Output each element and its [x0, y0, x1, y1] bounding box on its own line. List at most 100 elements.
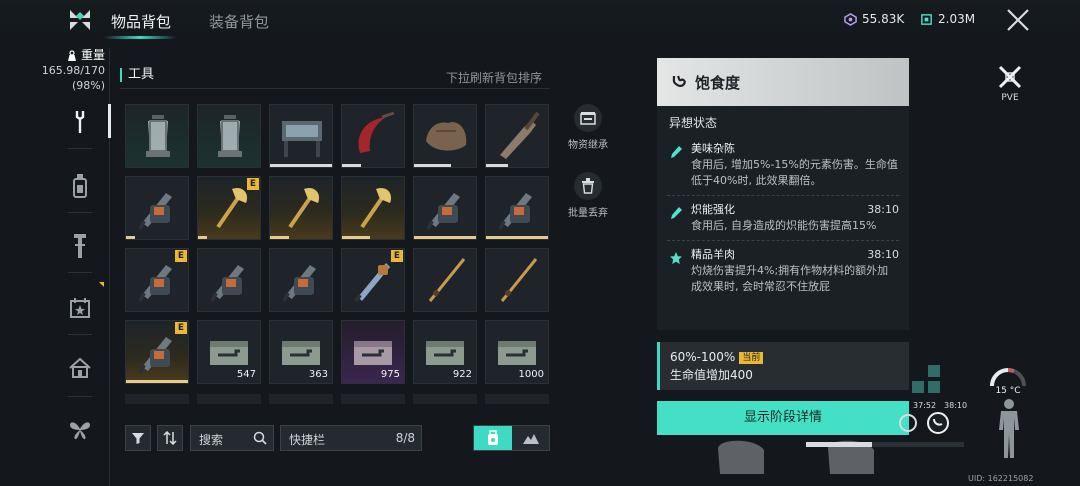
effect-item: 炽能强化 38:10 食用后, 自身造成的炽能伤害提高15%: [667, 196, 899, 241]
workbench-icon: [282, 121, 322, 157]
equipped-badge: E: [247, 178, 259, 190]
syringe-icon: [671, 207, 682, 219]
equipped-badge: E: [391, 250, 403, 262]
equipped-badge: E: [175, 250, 187, 262]
chainsaw-blue-icon: [354, 263, 390, 303]
inventory-slot[interactable]: 922: [413, 320, 477, 384]
effect-time: 38:10: [867, 248, 899, 261]
mountain-icon: [522, 434, 539, 444]
axe-icon: [216, 187, 248, 229]
filter-button[interactable]: [125, 425, 151, 451]
rail-materials[interactable]: [62, 228, 98, 264]
inventory-slot[interactable]: E: [125, 320, 189, 384]
currency-1-value: 55.83K: [862, 12, 905, 26]
search-icon: [253, 431, 267, 445]
progress-strip: [806, 442, 964, 447]
inventory-slot[interactable]: E: [125, 248, 189, 312]
inventory-slot[interactable]: [341, 104, 405, 168]
effect-desc: 灼烧伤害提升4%;拥有作物材料的额外加成效果时, 会时常忍不住放屁: [691, 264, 889, 293]
inventory-slot[interactable]: 975: [341, 320, 405, 384]
inventory-slot[interactable]: 363: [269, 320, 333, 384]
buff-icon: [912, 381, 924, 393]
quickbar-count: 8/8: [395, 431, 415, 445]
inventory-slot[interactable]: 547: [197, 320, 261, 384]
inventory-slot[interactable]: [485, 248, 549, 312]
inventory-slot[interactable]: E: [197, 176, 261, 240]
stage-info: 60%-100% 当前 生命值增加400: [657, 342, 909, 390]
item-quantity: 1000: [518, 369, 544, 380]
weight-percent: (98%): [71, 79, 105, 92]
bottle-icon: [73, 174, 87, 198]
inventory-slot[interactable]: [269, 104, 333, 168]
inventory-slot[interactable]: [197, 104, 261, 168]
panel-subtitle: 异想状态: [669, 116, 718, 130]
inventory-slot[interactable]: [341, 176, 405, 240]
effect-item: 美味杂陈 食用后, 增加5%-15%的元素伤害。生命值低于40%时, 此效果翻倍…: [667, 135, 899, 196]
rail-home[interactable]: [62, 350, 98, 386]
chainsaw-icon: [498, 193, 532, 230]
item-quantity: 922: [452, 369, 472, 380]
batch-discard-button[interactable]: 批量丢弃: [565, 172, 611, 219]
sickle-icon: [358, 111, 395, 153]
batch-discard-label: 批量丢弃: [568, 208, 608, 219]
inventory-slot[interactable]: E: [341, 248, 405, 312]
currency-1: 55.83K: [844, 12, 904, 26]
status-ring-icon: [899, 414, 917, 432]
syringe-icon: [671, 146, 682, 158]
show-stage-details-button[interactable]: 显示阶段详情: [657, 401, 909, 435]
chainsaw-icon: [426, 193, 460, 230]
lantern-icon: [218, 115, 242, 157]
sort-button[interactable]: [157, 425, 183, 451]
panel-title: 饱食度: [695, 73, 741, 92]
durability-bar: [342, 164, 361, 167]
panel-header: 饱食度: [657, 58, 909, 106]
item-quantity: 975: [380, 369, 400, 380]
inherit-supplies-label: 物资继承: [568, 140, 608, 151]
fishing-rod-icon: [500, 258, 538, 302]
stage-range: 60%-100%: [670, 350, 736, 364]
storage-toggle-option[interactable]: [512, 426, 549, 450]
rail-events[interactable]: [62, 290, 98, 326]
durability-bar: [342, 236, 370, 239]
inventory-slot[interactable]: [269, 248, 333, 312]
buff-timer-1: 37:52: [913, 401, 937, 410]
bag-icon: [488, 430, 498, 445]
rail-consumables[interactable]: [62, 168, 98, 204]
weight-label: 重量: [80, 48, 105, 62]
inventory-slot[interactable]: [413, 176, 477, 240]
bag-toggle-option[interactable]: [474, 426, 512, 450]
inventory-slot[interactable]: [413, 248, 477, 312]
search-input[interactable]: 搜索: [190, 425, 274, 451]
inventory-slot[interactable]: [413, 104, 477, 168]
effect-desc: 食用后, 增加5%-15%的元素伤害。生命值低于40%时, 此效果翻倍。: [691, 158, 898, 187]
lantern-icon: [146, 115, 170, 157]
durability-bar: [486, 236, 548, 239]
inventory-slot[interactable]: [485, 104, 549, 168]
inventory-slot[interactable]: [197, 248, 261, 312]
knife-icon: [500, 111, 540, 159]
pve-indicator[interactable]: PVE: [994, 64, 1026, 103]
game-logo-icon: [70, 10, 90, 30]
satiety-ring-icon[interactable]: [926, 411, 950, 435]
buff-icon: [928, 365, 940, 377]
inventory-slot[interactable]: [485, 176, 549, 240]
axe-icon: [288, 187, 320, 229]
active-tab-indicator: [104, 36, 176, 39]
inventory-slot[interactable]: [269, 176, 333, 240]
inherit-supplies-button[interactable]: 物资继承: [565, 104, 611, 151]
inventory-slot[interactable]: [125, 176, 189, 240]
inventory-slot[interactable]: [125, 104, 189, 168]
rail-separator: [68, 212, 92, 213]
rail-tools[interactable]: [62, 104, 98, 140]
currency-2-value: 2.03M: [938, 12, 976, 26]
inventory-slot[interactable]: 1000: [485, 320, 549, 384]
quickbar-button[interactable]: 快捷栏 8/8: [280, 425, 422, 451]
tab-item-bag[interactable]: 物品背包: [111, 11, 171, 32]
close-icon[interactable]: [1004, 6, 1032, 34]
rail-separator: [68, 272, 92, 273]
chainsaw-icon: [138, 193, 172, 230]
tab-equipment-bag[interactable]: 装备背包: [209, 11, 269, 32]
rail-special[interactable]: [62, 412, 98, 448]
durability-bar: [126, 380, 188, 383]
bag-mode-toggle[interactable]: [473, 425, 550, 451]
